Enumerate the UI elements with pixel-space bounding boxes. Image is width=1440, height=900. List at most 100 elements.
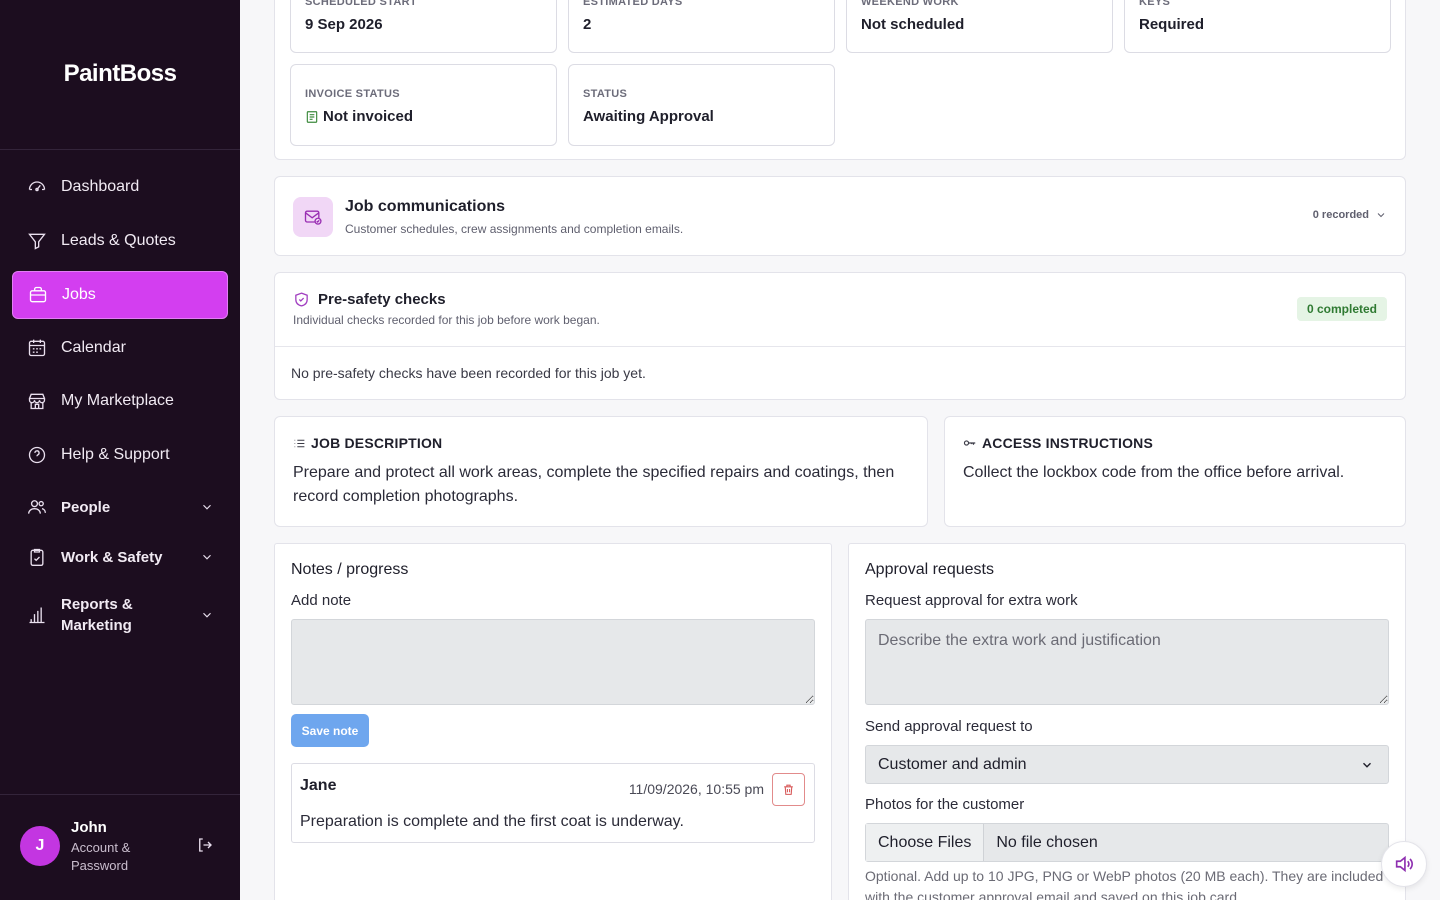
field-label: Invoice status	[305, 88, 400, 100]
section-heading: ACCESS INSTRUCTIONS	[982, 435, 1154, 451]
completed-badge: 0 completed	[1296, 297, 1387, 321]
delete-note-button[interactable]	[772, 773, 805, 806]
pre-safety-checks-card: Pre-safety checks Individual checks reco…	[274, 272, 1406, 400]
sidebar-group-reports-marketing[interactable]: Reports & Marketing	[12, 590, 228, 640]
chevron-down-icon	[1360, 758, 1374, 772]
field-scheduled-start: Scheduled start 9 Sep 2026	[290, 0, 557, 53]
field-value: 2	[583, 16, 592, 33]
field-keys: Keys Required	[1124, 0, 1391, 53]
chevron-down-icon	[200, 500, 214, 514]
request-approval-label: Request approval for extra work	[865, 592, 1078, 609]
audio-assistant-button[interactable]	[1381, 841, 1427, 887]
empty-state-text: No pre-safety checks have been recorded …	[291, 365, 646, 381]
section-title: Pre-safety checks	[318, 291, 446, 308]
field-value: Not scheduled	[861, 16, 965, 33]
sidebar-item-jobs[interactable]: Jobs	[12, 271, 228, 319]
users-icon	[26, 496, 48, 518]
sidebar-item-label: Leads & Quotes	[61, 232, 176, 249]
sidebar-item-leads-quotes[interactable]: Leads & Quotes	[12, 217, 228, 265]
access-instructions-card: ACCESS INSTRUCTIONS Collect the lockbox …	[944, 416, 1406, 527]
bar-chart-icon	[26, 604, 48, 626]
field-status: Status Awaiting Approval	[568, 64, 835, 146]
filter-icon	[26, 230, 48, 252]
sidebar-item-calendar[interactable]: Calendar	[12, 324, 228, 372]
field-label: Scheduled start	[305, 0, 417, 8]
field-label: Status	[583, 88, 628, 100]
extra-work-textarea[interactable]	[865, 619, 1389, 705]
sidebar-item-marketplace[interactable]: My Marketplace	[12, 377, 228, 425]
communications-toggle[interactable]: 0 recorded	[1313, 209, 1387, 221]
job-detail-main: Scheduled start 9 Sep 2026 Estimated day…	[240, 0, 1440, 900]
field-label: Estimated days	[583, 0, 683, 8]
note-timestamp: 11/09/2026, 10:55 pm	[628, 781, 764, 797]
section-subtitle: Customer schedules, crew assignments and…	[345, 222, 684, 236]
app-logo[interactable]: PaintBoss	[0, 60, 240, 88]
sidebar-group-people[interactable]: People	[12, 483, 228, 531]
user-account[interactable]: J John Account & Password	[20, 816, 220, 876]
sidebar-group-label: People	[61, 498, 111, 516]
note-entry: Jane 11/09/2026, 10:55 pm Preparation is…	[291, 763, 815, 843]
add-note-textarea[interactable]	[291, 619, 815, 705]
add-note-label: Add note	[291, 592, 352, 609]
sidebar-item-label: Dashboard	[61, 178, 140, 195]
notes-title: Notes / progress	[291, 561, 409, 578]
help-circle-icon	[26, 444, 48, 466]
sidebar-item-label: Calendar	[61, 339, 126, 356]
clipboard-check-icon	[26, 546, 48, 568]
avatar[interactable]: J	[20, 826, 60, 866]
trash-icon	[782, 783, 795, 796]
job-communications-card[interactable]: Job communications Customer schedules, c…	[274, 176, 1406, 256]
section-title: Job communications	[345, 198, 506, 215]
photos-file-input[interactable]: Choose Files No file chosen	[865, 823, 1389, 862]
send-to-select[interactable]: Customer and admin	[865, 745, 1389, 784]
sidebar-item-dashboard[interactable]: Dashboard	[12, 163, 228, 211]
key-icon	[963, 436, 977, 450]
field-invoice-status: Invoice status Not invoiced	[290, 64, 557, 146]
sidebar-group-work-safety[interactable]: Work & Safety	[12, 533, 228, 581]
list-icon	[293, 437, 306, 450]
field-estimated-days: Estimated days 2	[568, 0, 835, 53]
invoice-icon	[305, 110, 319, 124]
save-note-button[interactable]: Save note	[291, 714, 369, 747]
store-icon	[26, 390, 48, 412]
shield-check-icon	[293, 291, 310, 308]
speaker-icon	[1393, 853, 1415, 875]
chevron-down-icon	[200, 608, 214, 622]
sidebar-item-help-support[interactable]: Help & Support	[12, 431, 228, 479]
mail-icon	[293, 197, 333, 237]
photos-label: Photos for the customer	[865, 796, 1025, 813]
send-to-value: Customer and admin	[878, 755, 1027, 773]
field-weekend-work: Weekend work Not scheduled	[846, 0, 1113, 53]
logout-icon[interactable]	[196, 836, 216, 856]
access-instructions-text: Collect the lockbox code from the office…	[963, 464, 1345, 481]
file-status: No file chosen	[996, 833, 1098, 851]
user-name: John	[71, 819, 107, 836]
recorded-count: 0 recorded	[1312, 209, 1369, 221]
sidebar-item-label: My Marketplace	[61, 392, 174, 409]
photos-hint: Optional. Add up to 10 JPG, PNG or WebP …	[865, 868, 1384, 900]
sidebar-group-label: Reports & Marketing	[61, 596, 133, 634]
sidebar-item-label: Jobs	[62, 286, 96, 303]
field-value: Not invoiced	[323, 108, 414, 125]
sidebar-divider	[0, 794, 240, 795]
job-description-text: Prepare and protect all work areas, comp…	[293, 464, 895, 505]
choose-files-button[interactable]: Choose Files	[866, 824, 985, 861]
field-value: Awaiting Approval	[583, 108, 714, 125]
field-label: Keys	[1139, 0, 1171, 8]
field-value: 9 Sep 2026	[305, 16, 383, 33]
gauge-icon	[26, 176, 48, 198]
job-details-card: Scheduled start 9 Sep 2026 Estimated day…	[274, 0, 1406, 160]
note-text: Preparation is complete and the first co…	[300, 813, 684, 830]
note-author: Jane	[300, 777, 337, 794]
send-to-label: Send approval request to	[865, 718, 1033, 735]
section-subtitle: Individual checks recorded for this job …	[293, 313, 600, 327]
briefcase-icon	[27, 284, 49, 306]
sidebar-group-label: Work & Safety	[61, 548, 163, 566]
approvals-title: Approval requests	[865, 561, 994, 578]
sidebar-item-label: Help & Support	[61, 446, 170, 463]
divider	[275, 346, 1405, 347]
account-link[interactable]: Account & Password	[71, 839, 151, 875]
job-description-card: JOB DESCRIPTION Prepare and protect all …	[274, 416, 928, 527]
chevron-down-icon	[1375, 209, 1387, 221]
sidebar: PaintBoss Dashboard Leads & Quotes Jobs …	[0, 0, 240, 900]
